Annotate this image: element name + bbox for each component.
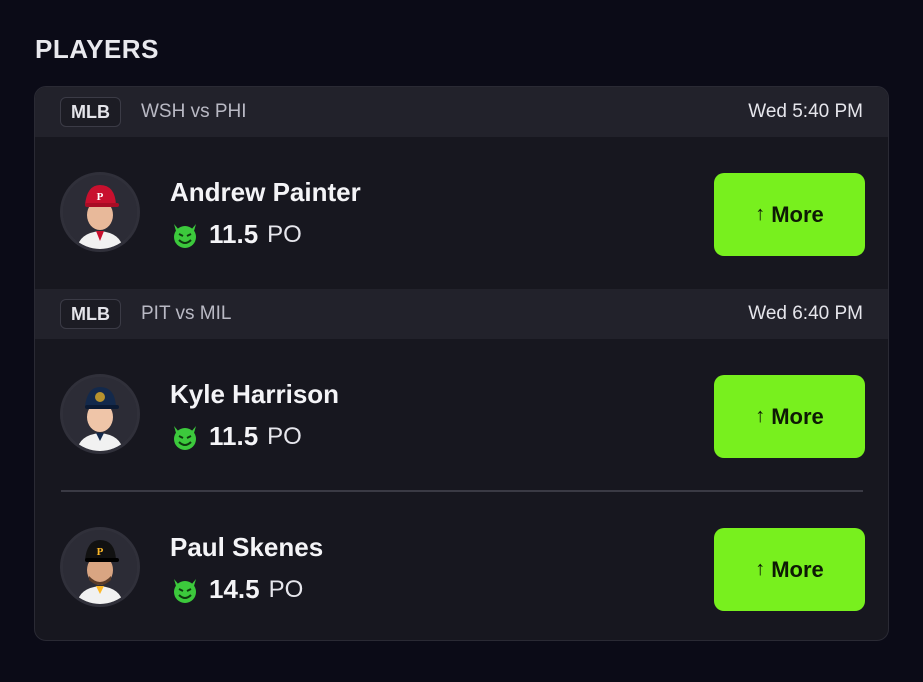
projection-value: 11.5 (209, 421, 259, 451)
more-button-label: More (771, 556, 824, 582)
projection-value: 14.5 (209, 574, 260, 604)
stat-line: 11.5 PO (170, 421, 302, 452)
game-header-wsh-phi: MLB WSH vs PHI Wed 5:40 PM (35, 87, 888, 137)
matchup-label: PIT vs MIL (141, 303, 232, 324)
arrow-up-icon: ↑ (755, 203, 766, 225)
more-button[interactable]: ↑ More (714, 173, 865, 256)
svg-text:P: P (97, 546, 104, 558)
stat-type: PO (268, 575, 304, 603)
section-title: PLAYERS (35, 34, 159, 64)
player-name: Kyle Harrison (170, 379, 340, 409)
arrow-up-icon: ↑ (755, 405, 766, 427)
league-badge: MLB (60, 97, 121, 127)
player-name: Andrew Painter (170, 177, 361, 207)
projection-value: 11.5 (209, 219, 259, 249)
matchup-label: WSH vs PHI (141, 101, 247, 122)
player-row-paul-skenes[interactable]: P Paul Skenes 14.5 PO ↑ More (35, 494, 888, 640)
devil-emoji-icon (174, 578, 196, 603)
arrow-up-icon: ↑ (755, 558, 766, 580)
player-avatar: P (60, 527, 140, 607)
player-avatar: P (60, 172, 140, 252)
league-badge: MLB (60, 299, 121, 329)
players-card: MLB WSH vs PHI Wed 5:40 PM P Andrew Pain… (34, 86, 889, 641)
more-button[interactable]: ↑ More (714, 528, 865, 611)
row-divider (61, 490, 863, 492)
devil-emoji-icon (174, 425, 196, 450)
game-time: Wed 5:40 PM (748, 101, 863, 122)
game-time: Wed 6:40 PM (748, 303, 863, 324)
player-row-kyle-harrison[interactable]: Kyle Harrison 11.5 PO ↑ More (35, 341, 888, 491)
player-row-andrew-painter[interactable]: P Andrew Painter 11.5 PO ↑ More (35, 139, 888, 289)
devil-emoji-icon (174, 223, 196, 248)
stat-line: 14.5 PO (170, 574, 303, 605)
player-avatar (60, 374, 140, 454)
player-name: Paul Skenes (170, 532, 324, 562)
stat-type: PO (267, 422, 302, 450)
game-header-pit-mil: MLB PIT vs MIL Wed 6:40 PM (35, 289, 888, 339)
more-button[interactable]: ↑ More (714, 375, 865, 458)
more-button-label: More (771, 403, 824, 429)
stat-line: 11.5 PO (170, 219, 302, 250)
more-button-label: More (771, 201, 824, 227)
stat-type: PO (267, 220, 302, 248)
svg-text:P: P (97, 191, 104, 203)
